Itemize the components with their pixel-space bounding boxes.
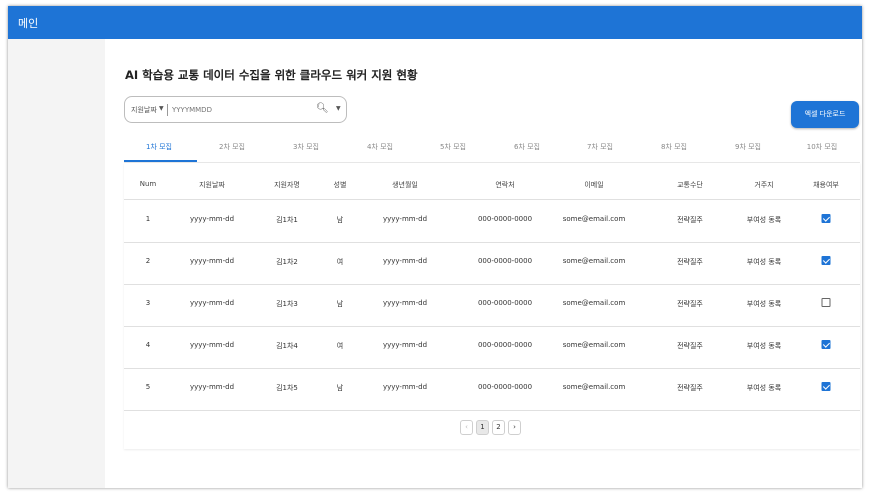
cell-date: yyyy-mm-dd <box>189 257 235 265</box>
table-row: 2 yyyy-mm-dd 김1차2 여 yyyy-mm-dd 000-0000-0000 s… <box>124 242 860 285</box>
search-bar: 지원날짜 ▼ 🔍︎ ▼ <box>124 96 347 123</box>
cell-phone: 000-0000-0000 <box>477 383 533 391</box>
app-window: 메인 AI 학습용 교통 데이터 수집을 위한 클라우드 워커 지원 현황 지원… <box>8 6 862 488</box>
cell-name: 김1차5 <box>276 384 298 392</box>
cell-name: 김1차4 <box>276 342 298 350</box>
next-page-button[interactable]: › <box>508 420 521 435</box>
table-row: 4 yyyy-mm-dd 김1차4 여 yyyy-mm-dd 000-0000-0000 s… <box>124 326 860 369</box>
column-header-gender: 성별 <box>333 181 347 189</box>
tab-recruit-8[interactable]: 8차 모집 <box>639 142 709 152</box>
tab-recruit-6[interactable]: 6차 모집 <box>492 142 562 152</box>
tab-recruit-1[interactable]: 1차 모집 <box>124 142 194 152</box>
cell-gender: 남 <box>336 300 344 308</box>
cell-transport: 전략질주 <box>677 300 703 308</box>
tab-recruit-10[interactable]: 10차 모집 <box>787 142 857 152</box>
cell-transport: 전략질주 <box>677 216 703 224</box>
chevron-down-icon[interactable]: ▼ <box>336 105 341 112</box>
cell-birth: yyyy-mm-dd <box>382 383 428 391</box>
cell-birth: yyyy-mm-dd <box>382 341 428 349</box>
cell-phone: 000-0000-0000 <box>477 341 533 349</box>
cell-date: yyyy-mm-dd <box>189 383 235 391</box>
column-header-phone: 연락처 <box>495 181 515 189</box>
table-row: 5 yyyy-mm-dd 김1차5 남 yyyy-mm-dd 000-0000-0000 s… <box>124 368 860 411</box>
page-button-2[interactable]: 2 <box>492 420 505 435</box>
cell-phone: 000-0000-0000 <box>477 215 533 223</box>
cell-email: some@email.com <box>562 383 626 391</box>
cell-name: 김1차3 <box>276 300 298 308</box>
column-header-name: 지원자명 <box>274 181 300 189</box>
cell-transport: 전략질주 <box>677 258 703 266</box>
cell-phone: 000-0000-0000 <box>477 299 533 307</box>
column-header-hired: 채용여부 <box>813 181 839 189</box>
cell-date: yyyy-mm-dd <box>189 341 235 349</box>
table-row: 3 yyyy-mm-dd 김1차3 남 yyyy-mm-dd 000-0000-0000 s… <box>124 284 860 327</box>
active-tab-indicator <box>124 160 197 162</box>
hired-checkbox[interactable] <box>821 298 831 307</box>
column-header-birth: 생년월일 <box>392 181 418 189</box>
hired-checkbox[interactable] <box>821 340 831 349</box>
tab-recruit-3[interactable]: 3차 모집 <box>271 142 341 152</box>
cell-birth: yyyy-mm-dd <box>382 257 428 265</box>
recruitment-tabs: 1차 모집 2차 모집 3차 모집 4차 모집 5차 모집 6차 모집 7차 모집 8차 모집… <box>124 137 860 163</box>
cell-transport: 전략질주 <box>677 342 703 350</box>
tab-recruit-2[interactable]: 2차 모집 <box>197 142 267 152</box>
tab-recruit-7[interactable]: 7차 모집 <box>565 142 635 152</box>
hired-checkbox[interactable] <box>821 382 831 391</box>
cell-gender: 여 <box>336 258 344 266</box>
column-header-transport: 교통수단 <box>677 181 703 189</box>
search-divider <box>167 104 168 116</box>
column-header-date: 지원날짜 <box>199 181 225 189</box>
filter-select-label[interactable]: 지원날짜 <box>131 105 157 115</box>
cell-email: some@email.com <box>562 341 626 349</box>
cell-gender: 남 <box>336 216 344 224</box>
cell-residence: 부여성 동록 <box>746 300 782 308</box>
cell-residence: 부여성 동록 <box>746 342 782 350</box>
cell-email: some@email.com <box>562 299 626 307</box>
hired-checkbox[interactable] <box>821 256 831 265</box>
cell-email: some@email.com <box>562 257 626 265</box>
cell-num: 5 <box>145 383 151 391</box>
tab-recruit-9[interactable]: 9차 모집 <box>713 142 783 152</box>
cell-residence: 부여성 동록 <box>746 216 782 224</box>
column-header-num: Num <box>139 180 157 188</box>
cell-date: yyyy-mm-dd <box>189 299 235 307</box>
tab-recruit-5[interactable]: 5차 모집 <box>418 142 488 152</box>
top-app-bar: 메인 <box>8 6 862 39</box>
cell-name: 김1차2 <box>276 258 298 266</box>
cell-transport: 전략질주 <box>677 384 703 392</box>
filter-caret-icon[interactable]: ▼ <box>159 105 164 112</box>
app-title: 메인 <box>18 17 39 30</box>
page-button-1[interactable]: 1 <box>476 420 489 435</box>
prev-page-button[interactable]: ‹ <box>460 420 473 435</box>
cell-residence: 부여성 동록 <box>746 258 782 266</box>
cell-num: 3 <box>145 299 151 307</box>
cell-date: yyyy-mm-dd <box>189 215 235 223</box>
cell-gender: 여 <box>336 342 344 350</box>
search-icon[interactable]: 🔍︎ <box>316 103 329 114</box>
cell-birth: yyyy-mm-dd <box>382 299 428 307</box>
column-header-residence: 거주지 <box>754 181 774 189</box>
cell-residence: 부여성 동록 <box>746 384 782 392</box>
table-header: Num 지원날짜 지원자명 성별 생년월일 연락처 이메일 교통수단 거주지 채용여부 <box>124 169 860 200</box>
page-title: AI 학습용 교통 데이터 수집을 위한 클라우드 워커 지원 현황 <box>125 68 418 82</box>
cell-num: 1 <box>145 215 151 223</box>
column-header-email: 이메일 <box>584 181 604 189</box>
excel-download-button[interactable]: 엑셀 다운로드 <box>791 101 859 128</box>
date-input[interactable] <box>172 104 272 116</box>
cell-gender: 남 <box>336 384 344 392</box>
cell-birth: yyyy-mm-dd <box>382 215 428 223</box>
tab-recruit-4[interactable]: 4차 모집 <box>345 142 415 152</box>
main-content: AI 학습용 교통 데이터 수집을 위한 클라우드 워커 지원 현황 지원날짜 … <box>105 39 862 488</box>
cell-num: 2 <box>145 257 151 265</box>
sidebar <box>8 39 105 488</box>
cell-phone: 000-0000-0000 <box>477 257 533 265</box>
hired-checkbox[interactable] <box>821 214 831 223</box>
cell-email: some@email.com <box>562 215 626 223</box>
cell-name: 김1차1 <box>276 216 298 224</box>
table-row: 1 yyyy-mm-dd 김1차1 남 yyyy-mm-dd 000-0000-0000 s… <box>124 200 860 243</box>
cell-num: 4 <box>145 341 151 349</box>
